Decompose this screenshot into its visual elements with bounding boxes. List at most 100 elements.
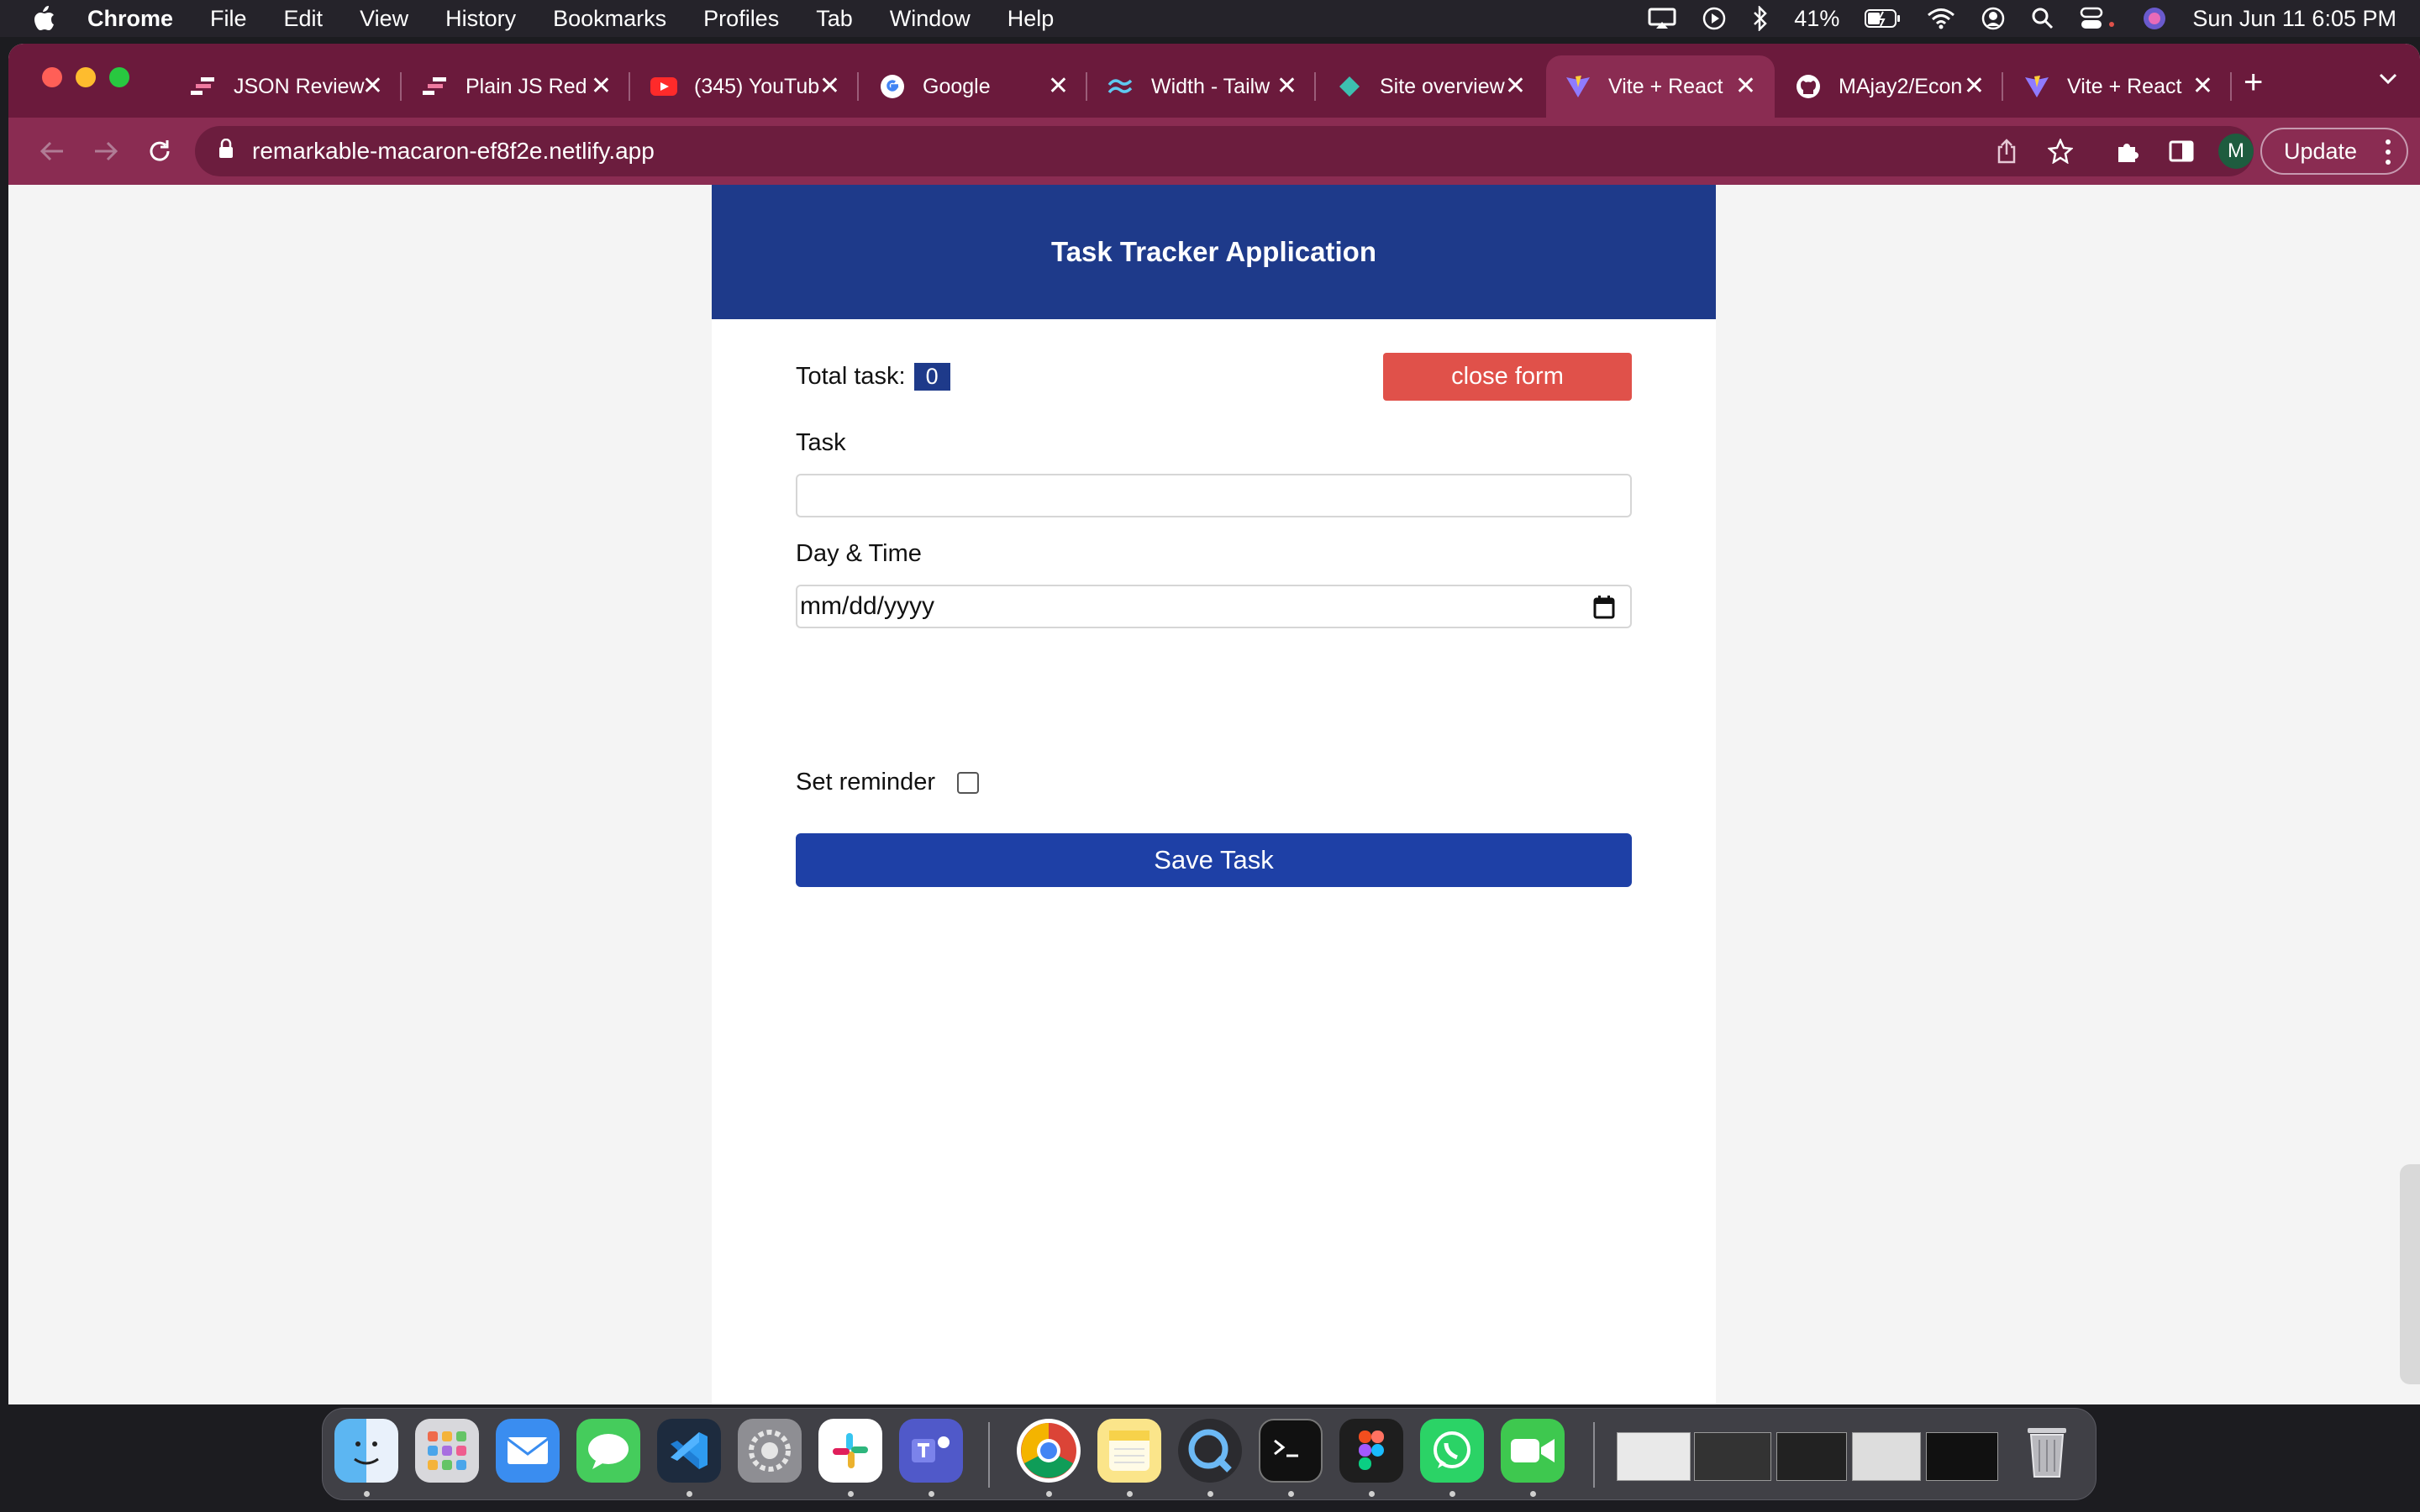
- tab-search-chevron-icon[interactable]: [2378, 72, 2398, 90]
- menu-edit[interactable]: Edit: [266, 6, 342, 32]
- running-indicator: [687, 1491, 692, 1497]
- siri-icon[interactable]: [2142, 6, 2167, 31]
- launchpad-icon[interactable]: [415, 1419, 479, 1483]
- back-arrow-icon[interactable]: [35, 134, 69, 168]
- total-task-count-badge: 0: [913, 363, 950, 391]
- battery-percent: 41%: [1794, 5, 1840, 31]
- close-form-button[interactable]: close form: [1383, 353, 1632, 401]
- close-tab-icon[interactable]: ✕: [2192, 74, 2213, 99]
- menu-tab[interactable]: Tab: [797, 6, 871, 32]
- task-input[interactable]: [796, 474, 1632, 517]
- menu-file[interactable]: File: [192, 6, 266, 32]
- facetime-icon[interactable]: [1501, 1419, 1565, 1483]
- menu-history[interactable]: History: [427, 6, 534, 32]
- minimized-window-thumbnail[interactable]: [1852, 1432, 1921, 1481]
- quicktime-icon[interactable]: [1178, 1419, 1242, 1483]
- bluetooth-icon[interactable]: [1752, 6, 1769, 31]
- calendar-icon[interactable]: [1593, 596, 1615, 626]
- minimized-window-thumbnail[interactable]: [1776, 1432, 1847, 1481]
- day-time-date-input[interactable]: mm/dd/yyyy: [796, 585, 1632, 628]
- wifi-icon[interactable]: [1927, 8, 1955, 29]
- user-account-icon[interactable]: [1981, 6, 2006, 31]
- close-tab-icon[interactable]: ✕: [362, 74, 383, 99]
- new-tab-plus-icon[interactable]: +: [2244, 66, 2263, 99]
- address-bar[interactable]: remarkable-macaron-ef8f2e.netlify.app: [195, 126, 2254, 176]
- tab-json-review[interactable]: JSON Review ✕: [176, 55, 402, 118]
- chrome-icon[interactable]: [1017, 1419, 1081, 1483]
- update-button[interactable]: Update: [2260, 128, 2408, 175]
- extensions-puzzle-icon[interactable]: [2111, 134, 2144, 168]
- menu-bookmarks[interactable]: Bookmarks: [534, 6, 685, 32]
- minimized-window-thumbnail[interactable]: [1617, 1432, 1691, 1481]
- profile-avatar[interactable]: M: [2218, 134, 2254, 169]
- tab-title: Vite + React: [2067, 74, 2182, 98]
- side-panel-icon[interactable]: [2165, 134, 2198, 168]
- update-label: Update: [2284, 138, 2358, 164]
- figma-icon[interactable]: [1339, 1419, 1403, 1483]
- notes-icon[interactable]: [1097, 1419, 1161, 1483]
- reload-icon[interactable]: [143, 134, 176, 168]
- close-tab-icon[interactable]: ✕: [1735, 74, 1756, 99]
- tab-vite-react-active[interactable]: Vite + React ✕: [1546, 55, 1775, 118]
- menu-help[interactable]: Help: [989, 6, 1073, 32]
- total-task-label: Total task:: [796, 363, 906, 390]
- messages-icon[interactable]: [576, 1419, 640, 1483]
- slack-icon[interactable]: [818, 1419, 882, 1483]
- close-tab-icon[interactable]: ✕: [1964, 74, 1985, 99]
- google-icon: [879, 73, 906, 100]
- running-indicator: [1207, 1491, 1213, 1497]
- tab-vite-react[interactable]: Vite + React ✕: [2005, 55, 2232, 118]
- vscode-icon[interactable]: [657, 1419, 721, 1483]
- minimized-window-thumbnail[interactable]: [1926, 1432, 1998, 1481]
- minimize-window-button[interactable]: [76, 67, 96, 87]
- browser-toolbar: remarkable-macaron-ef8f2e.netlify.app M …: [8, 118, 2420, 185]
- set-reminder-checkbox[interactable]: [957, 771, 980, 794]
- tab-github[interactable]: MAjay2/Econ ✕: [1776, 55, 2003, 118]
- running-indicator: [848, 1491, 854, 1497]
- close-tab-icon[interactable]: ✕: [1276, 74, 1297, 99]
- finder-icon[interactable]: [334, 1419, 398, 1483]
- running-indicator: [364, 1491, 370, 1497]
- menu-window[interactable]: Window: [871, 6, 989, 32]
- zoom-window-button[interactable]: [109, 67, 129, 87]
- page-side-handle[interactable]: [2400, 1164, 2420, 1384]
- close-tab-icon[interactable]: ✕: [591, 74, 612, 99]
- screen-mirroring-icon[interactable]: [1648, 8, 1676, 29]
- teams-icon[interactable]: [899, 1419, 963, 1483]
- tab-title: MAjay2/Econ: [1839, 74, 1963, 98]
- tab-google[interactable]: Google ✕: [860, 55, 1087, 118]
- lock-icon[interactable]: [218, 138, 234, 165]
- menu-profiles[interactable]: Profiles: [685, 6, 797, 32]
- terminal-icon[interactable]: [1259, 1419, 1323, 1483]
- share-icon[interactable]: [1990, 134, 2023, 168]
- bookmark-star-icon[interactable]: [2044, 134, 2077, 168]
- close-tab-icon[interactable]: ✕: [1048, 74, 1069, 99]
- kebab-menu-icon[interactable]: [2385, 138, 2391, 172]
- minimized-window-thumbnail[interactable]: [1694, 1432, 1771, 1481]
- spotlight-search-icon[interactable]: [2031, 7, 2054, 30]
- close-tab-icon[interactable]: ✕: [819, 74, 840, 99]
- now-playing-icon[interactable]: [1702, 6, 1727, 31]
- menu-view[interactable]: View: [341, 6, 427, 32]
- close-window-button[interactable]: [42, 67, 62, 87]
- system-settings-icon[interactable]: [738, 1419, 802, 1483]
- battery-icon[interactable]: [1865, 8, 1902, 29]
- tab-plain-js[interactable]: Plain JS Red ✕: [403, 55, 630, 118]
- save-task-button[interactable]: Save Task: [796, 833, 1632, 887]
- apple-menu-icon[interactable]: [0, 5, 87, 32]
- menu-clock[interactable]: Sun Jun 11 6:05 PM: [2192, 6, 2396, 32]
- tab-separator: [1314, 72, 1316, 101]
- trash-icon[interactable]: [2015, 1419, 2079, 1483]
- forward-arrow-icon[interactable]: [89, 134, 123, 168]
- menu-app-name[interactable]: Chrome: [87, 6, 192, 32]
- control-center-icon[interactable]: [2080, 7, 2117, 30]
- running-indicator: [1127, 1491, 1133, 1497]
- close-tab-icon[interactable]: ✕: [1505, 74, 1526, 99]
- tab-tailwind[interactable]: Width - Tailw ✕: [1089, 55, 1316, 118]
- mail-icon[interactable]: [496, 1419, 560, 1483]
- whatsapp-icon[interactable]: [1420, 1419, 1484, 1483]
- running-indicator: [1046, 1491, 1052, 1497]
- tab-netlify[interactable]: Site overview ✕: [1318, 55, 1544, 118]
- tab-youtube[interactable]: (345) YouTub ✕: [632, 55, 859, 118]
- vite-icon: [2023, 73, 2050, 100]
